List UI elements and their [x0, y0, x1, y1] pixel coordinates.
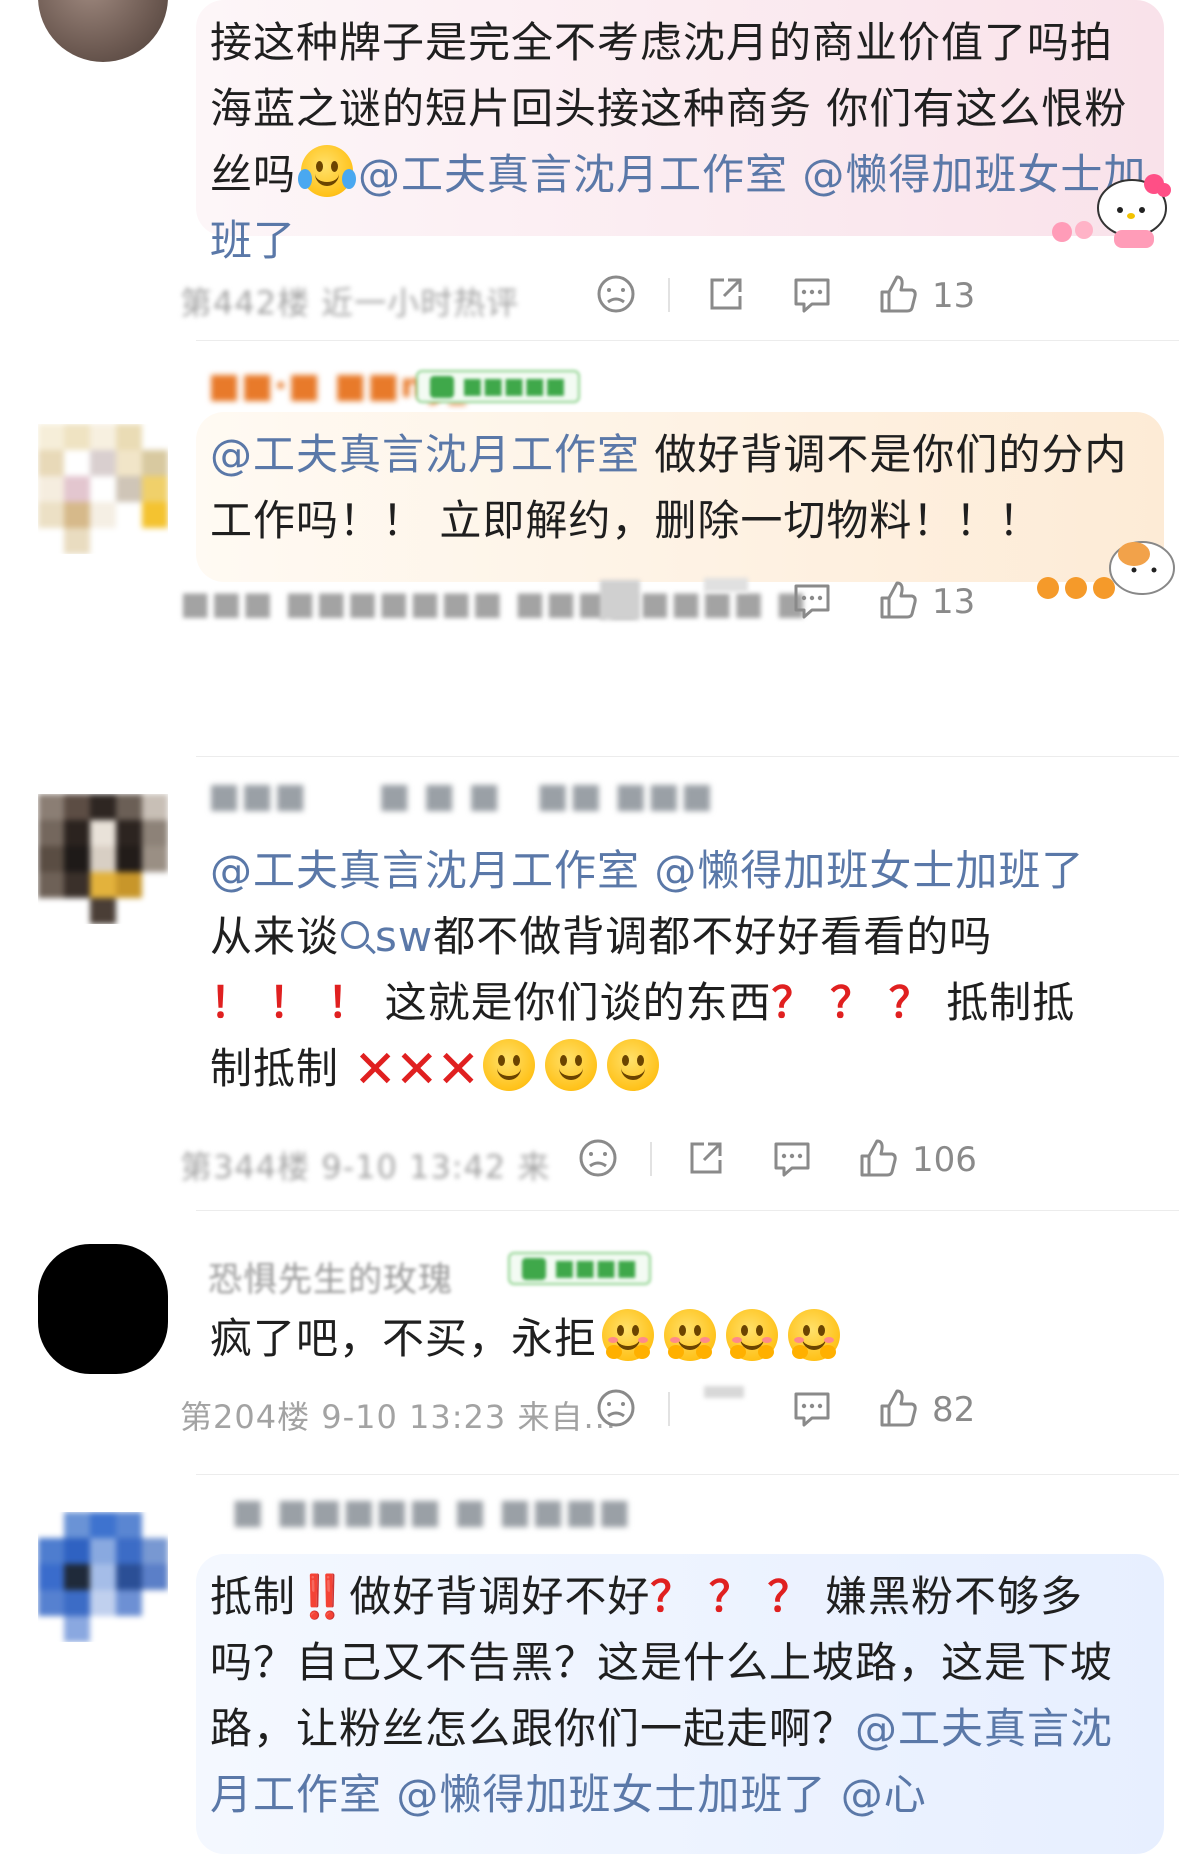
- comment-line-1: @工夫真言沈月工作室 @懒得加班女士加班了: [210, 838, 1140, 904]
- dislike-face-icon[interactable]: [594, 272, 638, 316]
- share-icon[interactable]: [704, 272, 748, 316]
- share-icon[interactable]: [704, 1386, 744, 1398]
- like-count: 13: [932, 582, 976, 622]
- hello-kitty-sticker: [1052, 174, 1171, 248]
- red-question-emoji: ？ ？ ？: [771, 978, 932, 1027]
- comment-bubble[interactable]: 接这种牌子是完全不考虑沈月的商业价值了吗拍海蓝之谜的短片回头接这种商务 你们有这…: [196, 0, 1171, 265]
- dislike-face-icon[interactable]: [576, 1136, 620, 1180]
- comment-bubble-icon[interactable]: [790, 578, 834, 622]
- badge-label: ■■■■: [554, 1256, 638, 1281]
- red-question-emoji: ？ ？ ？: [650, 1572, 811, 1621]
- comment-text: @工夫真言沈月工作室 做好背调不是你们的分内工作吗！！ 立即解约，删除一切物料！…: [210, 422, 1150, 554]
- double-exclamation-emoji: ‼️: [296, 1572, 350, 1621]
- divider: [668, 1392, 670, 1426]
- comment-bubble[interactable]: @工夫真言沈月工作室 做好背调不是你们的分内工作吗！！ 立即解约，删除一切物料！…: [196, 412, 1175, 599]
- hug-emoji-icon: [726, 1309, 779, 1361]
- thumbs-up-icon[interactable]: [856, 1136, 900, 1180]
- floor-meta: 第442楼 近一小时热评: [180, 284, 520, 322]
- comment-line-4: 制抵制 ✕✕✕: [210, 1036, 1140, 1103]
- smile-emoji-icon: [607, 1039, 660, 1091]
- avatar[interactable]: [38, 0, 168, 62]
- share-icon[interactable]: [704, 578, 748, 592]
- share-icon[interactable]: [684, 1136, 728, 1180]
- avatar[interactable]: [38, 1512, 168, 1642]
- dislike-face-icon[interactable]: [600, 580, 640, 620]
- like-count: 82: [932, 1390, 976, 1430]
- comment-footer: ■■■ ■■■■■■■ ■■■■■■■■ ■ 13: [180, 578, 1130, 628]
- thumbs-up-icon[interactable]: [876, 272, 920, 316]
- like-count: 106: [912, 1140, 977, 1180]
- thumbs-up-icon[interactable]: [876, 1386, 920, 1430]
- user-badge: ■■■■: [508, 1252, 652, 1285]
- mention-link[interactable]: @心: [841, 1770, 927, 1819]
- comment-text: @工夫真言沈月工作室 @懒得加班女士加班了 从来谈 sw都不做背调都不好好看看的吗…: [210, 838, 1140, 1103]
- comment-footer: 第344楼 9-10 13:42 来 106: [180, 1136, 1130, 1186]
- mention-link[interactable]: @懒得加班女士加班了: [654, 846, 1084, 895]
- avatar[interactable]: [38, 794, 168, 924]
- mention-link[interactable]: @工夫真言沈月工作室: [358, 150, 788, 199]
- dislike-face-icon[interactable]: [594, 1386, 638, 1430]
- comment-bubble-icon[interactable]: [770, 1136, 814, 1180]
- username[interactable]: ■ ■■■■■ ■ ■■■■: [208, 1492, 631, 1532]
- smile-emoji-icon: [545, 1039, 598, 1091]
- comment-footer: 第204楼 9-10 13:23 来自... 82: [180, 1386, 1130, 1436]
- mention-link[interactable]: @工夫真言沈月工作室: [210, 846, 640, 895]
- separator: [196, 1210, 1179, 1211]
- divider: [650, 1142, 652, 1176]
- mention-link[interactable]: @工夫真言沈月工作室: [210, 430, 640, 479]
- comment-text: 接这种牌子是完全不考虑沈月的商业价值了吗拍海蓝之谜的短片回头接这种商务 你们有这…: [210, 10, 1150, 274]
- badge-label: ■■■■■: [462, 374, 566, 399]
- laughing-tears-emoji-icon: [298, 145, 357, 197]
- comment-line-3: ！ ！ ！ 这就是你们谈的东西？ ？ ？ 抵制抵: [210, 978, 1076, 1027]
- username[interactable]: 恐惧先生的玫瑰: [208, 1252, 453, 1301]
- like-count: 13: [932, 276, 976, 316]
- hug-emoji-icon: [664, 1309, 717, 1361]
- separator: [196, 340, 1179, 341]
- red-cross-emoji: ✕✕✕: [353, 1040, 480, 1100]
- avatar[interactable]: [38, 424, 168, 554]
- comment-bubble[interactable]: 抵制‼️做好背调好不好？ ？ ？ 嫌黑粉不够多吗？自己又不告黑？这是什么上坡路，…: [196, 1554, 1164, 1854]
- separator: [196, 1474, 1179, 1475]
- comment-bubble-icon[interactable]: [790, 1386, 834, 1430]
- super-checkin-badge: ■■■■■: [416, 370, 580, 403]
- hug-emoji-icon: [788, 1309, 841, 1361]
- avatar[interactable]: [38, 1244, 168, 1374]
- red-exclamation-emoji: ！ ！ ！: [210, 978, 371, 1027]
- badge-icon: [522, 1257, 546, 1280]
- comment-line-2: 从来谈 sw都不做背调都不好好看看的吗: [210, 912, 993, 961]
- divider: [668, 278, 670, 312]
- comment-bubble-icon[interactable]: [790, 272, 834, 316]
- comment-text: 抵制‼️做好背调好不好？ ？ ？ 嫌黑粉不够多吗？自己又不告黑？这是什么上坡路，…: [210, 1572, 1114, 1819]
- separator: [196, 756, 1179, 757]
- search-keyword-link[interactable]: sw: [375, 912, 433, 961]
- comment-text: 疯了吧，不买，永拒: [210, 1306, 1140, 1372]
- username[interactable]: ■■■ ■ ■ ■ ■■ ■■■: [208, 776, 714, 816]
- mention-link[interactable]: @懒得加班女士加班了: [396, 1770, 826, 1819]
- comment-footer: 第442楼 近一小时热评 13: [180, 272, 1130, 322]
- hug-emoji-icon: [602, 1309, 655, 1361]
- floor-meta: 第204楼 9-10 13:23 来自...: [180, 1398, 617, 1436]
- thumbs-up-icon[interactable]: [876, 578, 920, 622]
- search-icon: [341, 921, 370, 949]
- badge-icon: [430, 375, 454, 398]
- smile-emoji-icon: [483, 1039, 536, 1091]
- comment-body: 疯了吧，不买，永拒: [210, 1314, 598, 1363]
- floor-meta: 第344楼 9-10 13:42 来: [180, 1148, 551, 1186]
